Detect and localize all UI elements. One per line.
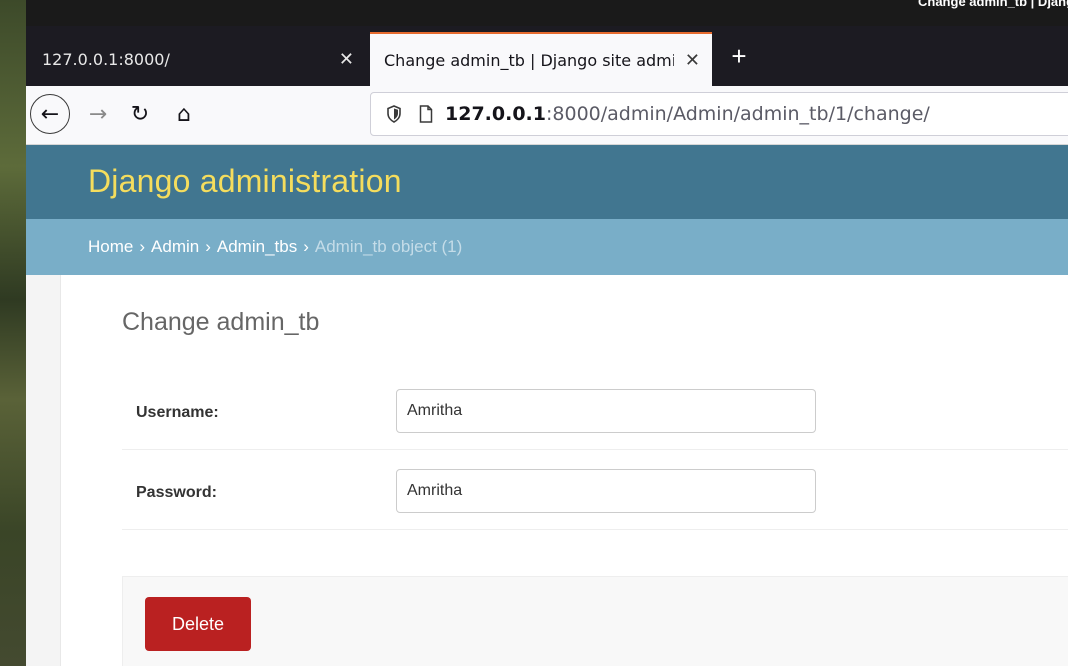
django-header: Django administration	[26, 145, 1068, 219]
shield-icon[interactable]	[387, 105, 401, 123]
form-row-username: Username:	[122, 372, 1068, 450]
url-path: :8000/admin/Admin/admin_tb/1/change/	[545, 103, 930, 125]
breadcrumb-model[interactable]: Admin_tbs	[217, 237, 297, 257]
breadcrumb-app[interactable]: Admin	[151, 237, 199, 257]
delete-button[interactable]: Delete	[145, 597, 251, 651]
breadcrumb-home[interactable]: Home	[88, 237, 133, 257]
browser-tab-localhost[interactable]: 127.0.0.1:8000/ ✕	[34, 32, 366, 86]
home-button[interactable]: ⌂	[164, 94, 204, 134]
reload-button[interactable]: ↻	[120, 94, 160, 134]
url-text[interactable]: 127.0.0.1:8000/admin/Admin/admin_tb/1/ch…	[445, 103, 930, 125]
back-button[interactable]: ←	[30, 94, 70, 134]
url-host: 127.0.0.1	[445, 103, 546, 125]
breadcrumb-separator: ›	[303, 237, 309, 256]
browser-tab-strip: 127.0.0.1:8000/ ✕ Change admin_tb | Djan…	[26, 26, 1068, 86]
page-icon	[419, 105, 433, 123]
url-bar[interactable]: 127.0.0.1:8000/admin/Admin/admin_tb/1/ch…	[370, 92, 1068, 136]
forward-button[interactable]: →	[78, 94, 118, 134]
username-label: Username:	[136, 404, 219, 421]
desktop-wallpaper-strip	[0, 0, 26, 666]
submit-row: Delete	[122, 576, 1068, 666]
breadcrumb-separator: ›	[205, 237, 211, 256]
username-input[interactable]	[396, 389, 816, 433]
os-top-bar: Change admin_tb | Django site	[26, 0, 1068, 26]
password-label: Password:	[136, 484, 217, 501]
breadcrumb-current: Admin_tb object (1)	[314, 237, 463, 256]
form-row-password: Password:	[122, 452, 1068, 530]
tab-title: Change admin_tb | Django site admin	[384, 50, 674, 70]
forward-arrow-icon: →	[88, 101, 108, 127]
breadcrumb: Home › Admin › Admin_tbs › Admin_tb obje…	[26, 219, 1068, 275]
page-title: Change admin_tb	[122, 308, 320, 336]
os-window-title: Change admin_tb | Django site	[918, 0, 1068, 9]
browser-tab-change-admin[interactable]: Change admin_tb | Django site admin ✕	[370, 32, 712, 86]
site-branding[interactable]: Django administration	[88, 163, 402, 200]
reload-icon: ↻	[130, 101, 150, 127]
tab-title: 127.0.0.1:8000/	[42, 49, 170, 69]
home-icon: ⌂	[177, 101, 191, 127]
close-icon[interactable]: ✕	[339, 49, 354, 70]
password-input[interactable]	[396, 469, 816, 513]
back-arrow-icon: ←	[40, 101, 60, 127]
close-icon[interactable]: ✕	[685, 50, 700, 71]
content-left-gutter	[26, 275, 61, 666]
breadcrumb-separator: ›	[139, 237, 146, 256]
new-tab-button[interactable]: +	[726, 36, 752, 76]
browser-nav-bar: ← → ↻ ⌂ 127.0.0.1:8000/admin/Admin/admin…	[26, 86, 1068, 145]
